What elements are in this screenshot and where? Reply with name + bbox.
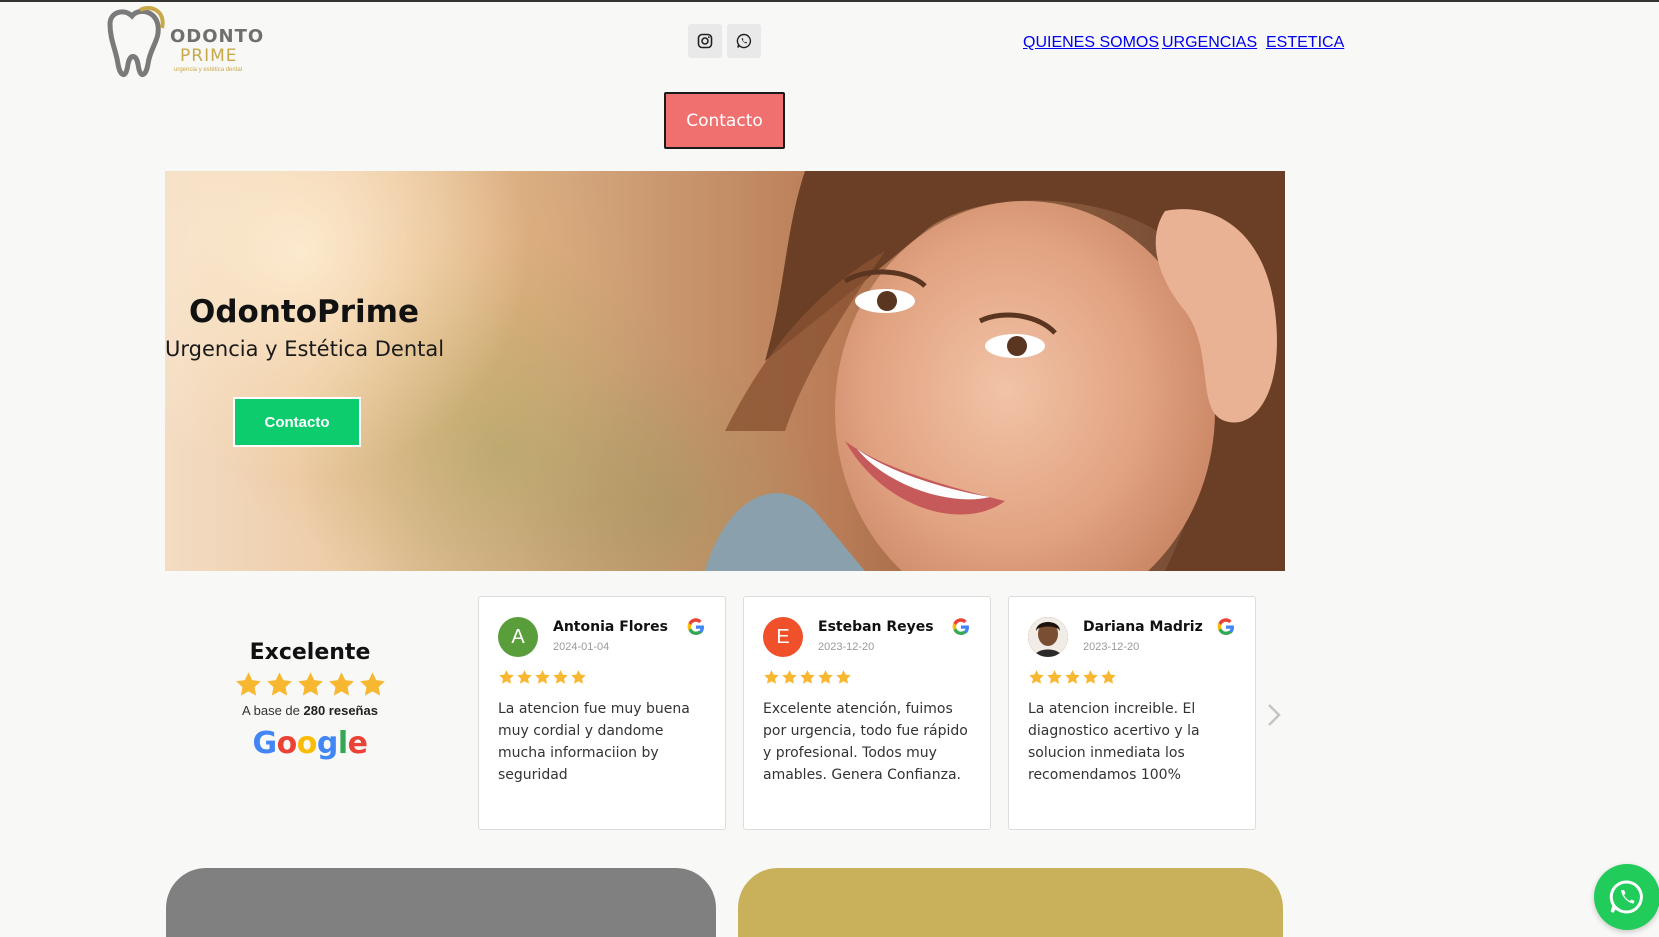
service-card-left[interactable] [166, 868, 716, 937]
google-g-icon [952, 618, 969, 636]
rating-review-count[interactable]: 280 reseñas [304, 703, 378, 718]
review-stars [763, 669, 852, 686]
star-icon [782, 670, 797, 684]
star-icon [571, 670, 586, 684]
review-card: E Esteban Reyes 2023-12-20 Excelente ate… [743, 596, 991, 830]
rating-base-prefix: A base de [242, 703, 300, 718]
nav-quienes-somos[interactable]: QUIENES SOMOS [1023, 34, 1159, 52]
avatar: E [763, 617, 803, 657]
review-text: La atencion increible. El diagnostico ac… [1028, 701, 1200, 783]
star-icon [235, 672, 261, 696]
top-border [0, 0, 1659, 2]
avatar: A [498, 617, 538, 657]
review-stars [1028, 669, 1117, 686]
star-icon [553, 670, 568, 684]
chevron-right-icon[interactable] [1264, 700, 1284, 730]
star-icon [1065, 670, 1080, 684]
review-card: A Antonia Flores 2024-01-04 La atencion … [478, 596, 726, 830]
reviewer-name: Esteban Reyes [818, 619, 934, 635]
rating-summary: Excelente A base de 280 reseñas Google [210, 640, 410, 761]
contact-top-button[interactable]: Contacto [664, 92, 785, 149]
star-icon [517, 670, 532, 684]
whatsapp-icon [1609, 880, 1643, 914]
star-icon [297, 672, 323, 696]
review-text: Excelente atención, fuimos por urgencia,… [763, 701, 968, 783]
star-icon [1083, 670, 1098, 684]
review-date: 2024-01-04 [553, 641, 610, 653]
review-text: La atencion fue muy buena muy cordial y … [498, 701, 690, 783]
whatsapp-icon [736, 33, 752, 49]
star-icon [764, 670, 779, 684]
logo-tagline: urgencia y estética dental [174, 67, 243, 73]
google-g-icon [1217, 618, 1234, 636]
star-icon [535, 670, 550, 684]
hero-banner: OdontoPrime Urgencia y Estética Dental C… [165, 171, 1285, 571]
google-g-icon [687, 618, 704, 636]
star-icon [499, 670, 514, 684]
review-card: Dariana Madriz 2023-12-20 La atencion in… [1008, 596, 1256, 830]
tooth-logo-icon [107, 6, 165, 77]
hero-contact-button[interactable]: Contacto [233, 397, 361, 447]
avatar [1028, 617, 1068, 657]
reviewer-name: Dariana Madriz [1083, 619, 1203, 635]
logo-word-prime: PRIME [180, 46, 238, 66]
star-icon [800, 670, 815, 684]
rating-title: Excelente [249, 640, 371, 665]
logo[interactable]: ODONTO PRIME urgencia y estética dental [100, 4, 263, 84]
hero-subtitle: Urgencia y Estética Dental [165, 337, 445, 361]
instagram-icon [697, 33, 713, 49]
whatsapp-float-button[interactable] [1594, 864, 1659, 930]
star-icon [1101, 670, 1116, 684]
review-stars [498, 669, 587, 686]
nav-urgencias[interactable]: URGENCIAS [1162, 34, 1257, 52]
whatsapp-button[interactable] [727, 24, 761, 58]
star-icon [818, 670, 833, 684]
hero-title: OdontoPrime [189, 294, 419, 330]
instagram-button[interactable] [688, 24, 722, 58]
service-card-right[interactable] [738, 868, 1283, 937]
logo-word-odonto: ODONTO [170, 26, 265, 47]
review-date: 2023-12-20 [1083, 641, 1140, 653]
star-icon [836, 670, 851, 684]
rating-stars [210, 671, 410, 699]
star-icon [266, 672, 292, 696]
reviewer-name: Antonia Flores [553, 619, 668, 635]
nav-estetica[interactable]: ESTETICA [1266, 34, 1344, 52]
google-logo: Google [252, 726, 368, 761]
hero-photo-woman [705, 171, 1285, 571]
star-icon [1047, 670, 1062, 684]
star-icon [328, 672, 354, 696]
rating-base-text: A base de 280 reseñas [210, 703, 410, 718]
star-icon [359, 672, 385, 696]
star-icon [1029, 670, 1044, 684]
review-date: 2023-12-20 [818, 641, 875, 653]
avatar-photo [1028, 617, 1068, 657]
